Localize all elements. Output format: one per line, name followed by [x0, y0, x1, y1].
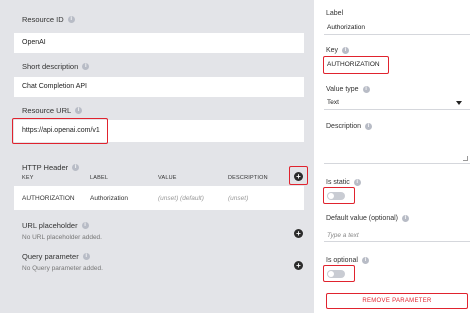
- resize-handle-icon[interactable]: [463, 156, 468, 161]
- remove-parameter-button[interactable]: REMOVE PARAMETER: [326, 293, 468, 309]
- description-label: Description i: [326, 123, 373, 130]
- column-label: LABEL: [90, 175, 109, 181]
- key-field-label: Key i: [326, 47, 350, 54]
- key-input[interactable]: AUTHORIZATION: [324, 58, 386, 72]
- toggle-knob: [328, 193, 334, 199]
- url-placeholder-empty: No URL placeholder added.: [22, 234, 102, 241]
- row-label: Authorization: [90, 194, 128, 202]
- description-textarea[interactable]: [324, 136, 470, 164]
- info-icon[interactable]: i: [342, 47, 350, 54]
- short-description-field[interactable]: Chat Completion API: [14, 77, 304, 97]
- info-icon[interactable]: i: [75, 107, 83, 114]
- short-description-label: Short description i: [22, 62, 90, 71]
- is-static-toggle[interactable]: [327, 192, 345, 200]
- info-icon[interactable]: i: [82, 253, 90, 260]
- value-type-label: Value type i: [326, 86, 370, 93]
- resource-id-label: Resource ID i: [22, 15, 75, 24]
- table-row[interactable]: AUTHORIZATION Authorization (unset) (def…: [14, 186, 304, 210]
- row-key: AUTHORIZATION: [22, 194, 75, 202]
- add-query-parameter-icon[interactable]: +: [294, 261, 303, 270]
- default-value-label: Default value (optional) i: [326, 215, 409, 222]
- is-optional-toggle[interactable]: [327, 270, 345, 278]
- url-placeholder-label: URL placeholder i: [22, 221, 89, 230]
- resource-id-field[interactable]: OpenAI: [14, 33, 304, 53]
- info-icon[interactable]: i: [67, 16, 75, 23]
- resource-url-label: Resource URL i: [22, 106, 83, 115]
- column-value: VALUE: [158, 175, 177, 181]
- left-panel: Resource ID i OpenAI Short description i…: [0, 0, 314, 313]
- info-icon[interactable]: i: [361, 257, 369, 264]
- query-parameter-empty: No Query parameter added.: [22, 265, 103, 272]
- info-icon[interactable]: i: [365, 123, 373, 130]
- toggle-knob: [328, 271, 334, 277]
- info-icon[interactable]: i: [353, 179, 361, 186]
- column-description: DESCRIPTION: [228, 175, 268, 181]
- resource-url-field[interactable]: https://api.openai.com/v1: [14, 120, 304, 142]
- info-icon[interactable]: i: [362, 86, 370, 93]
- info-icon[interactable]: i: [402, 215, 409, 222]
- row-description: (unset): [228, 194, 249, 202]
- parameter-editor-panel: Label Authorization Key i AUTHORIZATION …: [318, 0, 474, 313]
- query-parameter-label: Query parameter i: [22, 252, 90, 261]
- label-field-label: Label: [326, 10, 344, 17]
- column-key: KEY: [22, 175, 34, 181]
- add-url-placeholder-icon[interactable]: +: [294, 229, 303, 238]
- default-value-placeholder: Type a text: [327, 232, 359, 239]
- is-static-label: Is static i: [326, 179, 361, 186]
- chevron-down-icon: [456, 101, 462, 105]
- info-icon[interactable]: i: [81, 222, 89, 229]
- label-input[interactable]: Authorization: [324, 21, 470, 35]
- value-type-select[interactable]: Text: [324, 96, 470, 110]
- is-optional-label: Is optional i: [326, 257, 369, 264]
- row-value: (unset) (default): [158, 194, 204, 202]
- info-icon[interactable]: i: [82, 63, 90, 70]
- header-table-columns: KEY LABEL VALUE DESCRIPTION: [14, 170, 304, 186]
